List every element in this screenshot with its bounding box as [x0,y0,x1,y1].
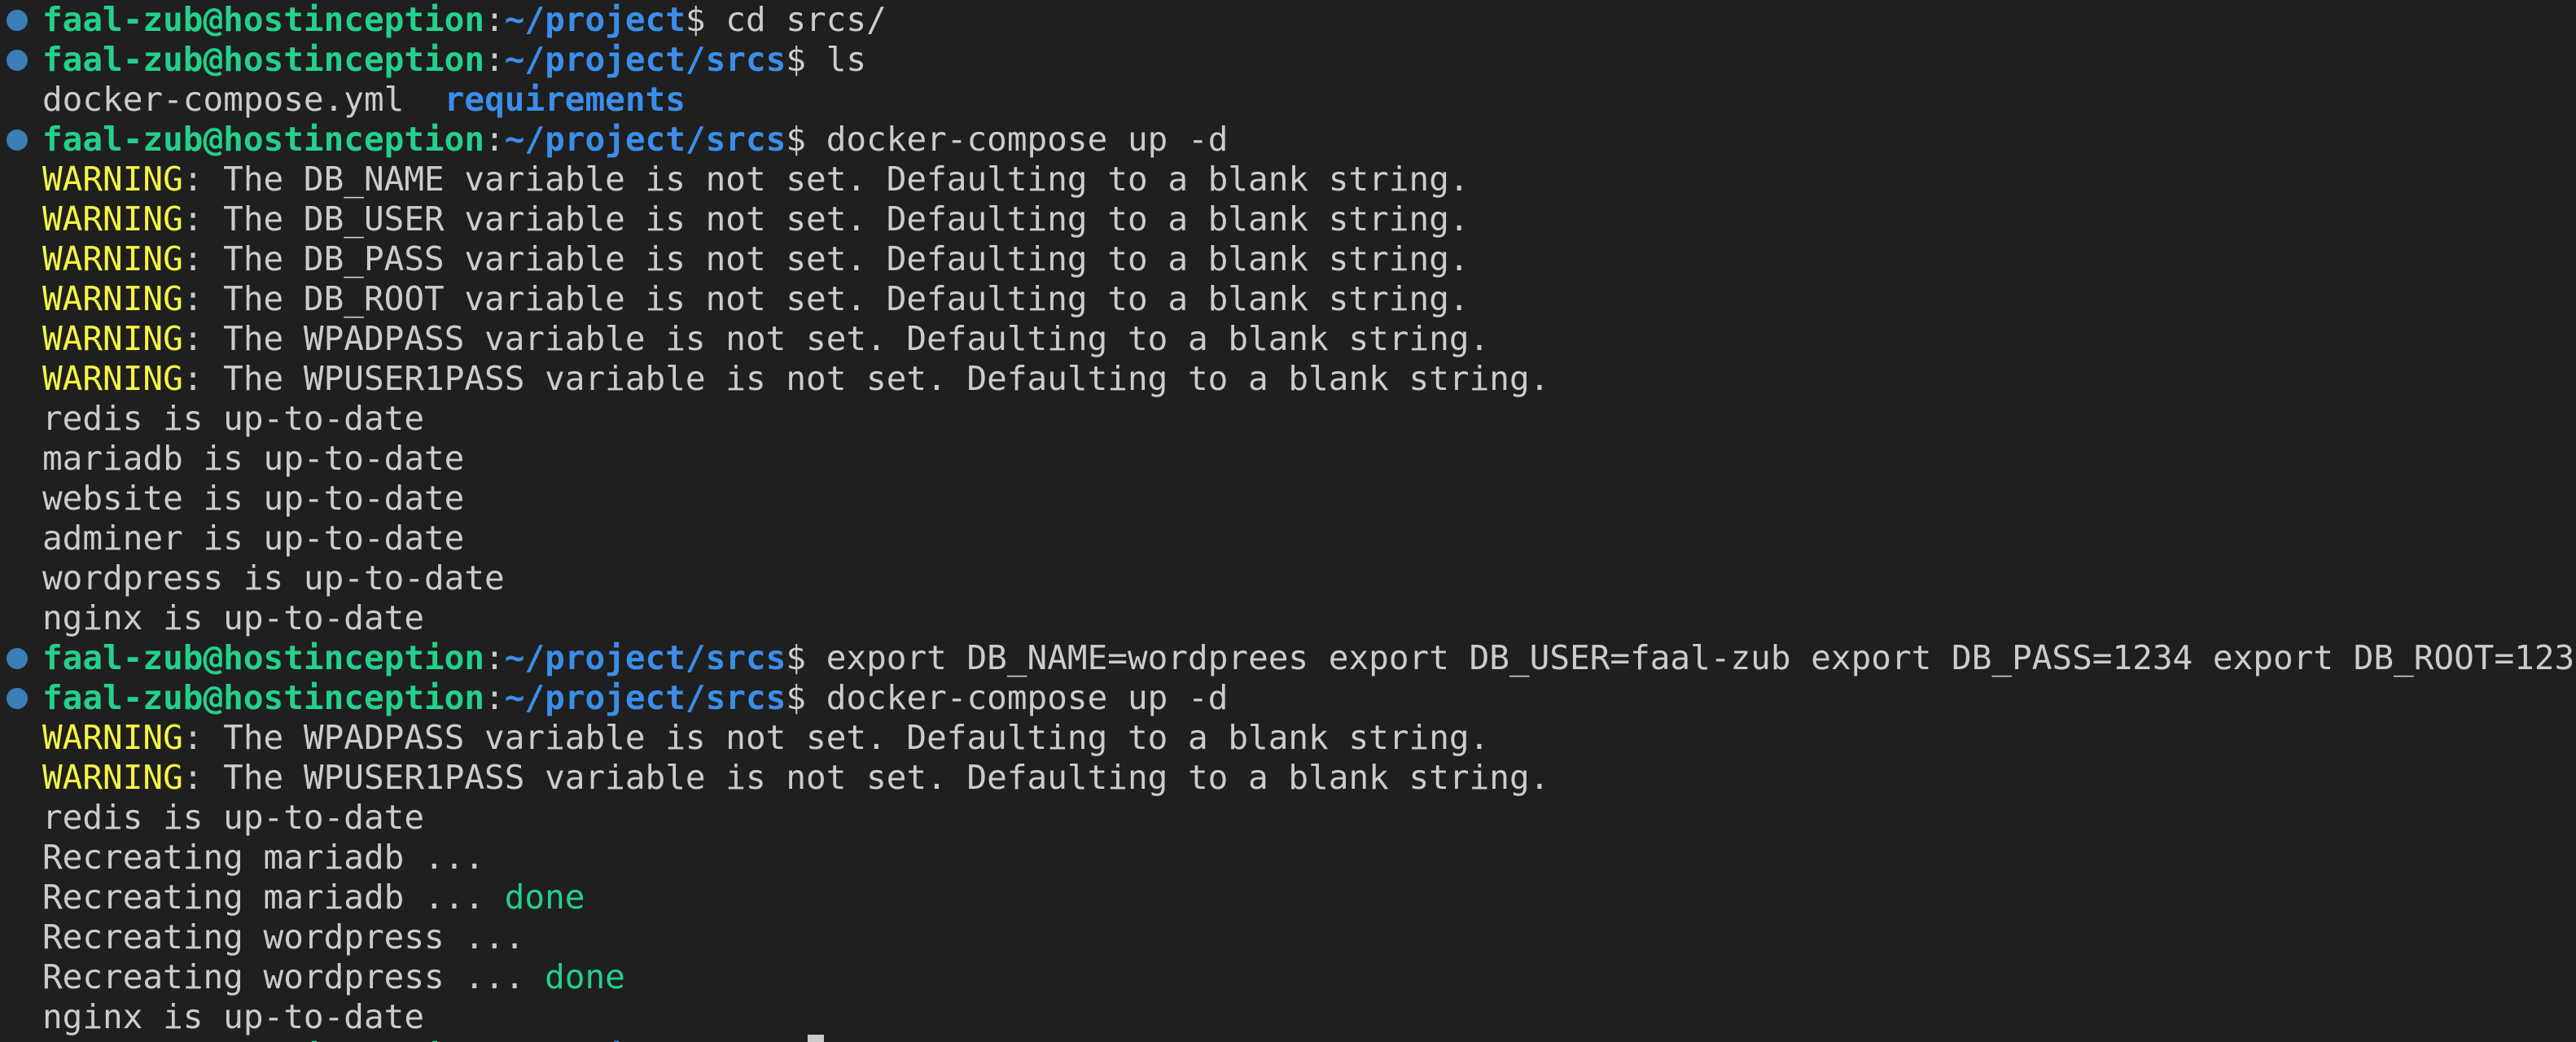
output-text: nginx is up-to-date [42,997,424,1036]
warning-message: : The DB_ROOT variable is not set. Defau… [182,279,1470,318]
prompt-path: ~/project/srcs [504,40,786,79]
status-done: done [545,957,625,996]
prompt-path: ~/project/srcs [505,1037,786,1042]
output-text: Recreating mariadb ... [42,838,485,877]
output-line: wordpress is up-to-date [42,558,505,598]
prompt-user-host: faal-zub@hostinception [42,120,485,159]
command-status-dot-icon[interactable] [7,648,28,669]
warning-label: WARNING [42,160,183,199]
ls-output-line: docker-compose.yml requirements [42,80,686,120]
prompt-colon: : [484,1037,505,1042]
warning-line: WARNING: The WPADPASS variable is not se… [42,319,1489,359]
command-text: ls [826,40,867,79]
output-line: redis is up-to-date [42,399,424,439]
prompt-colon: : [484,40,505,79]
warning-message: : The WPUSER1PASS variable is not set. D… [182,359,1550,398]
prompt-line: faal-zub@hostinception:~/project/srcs$ l… [42,40,866,80]
prompt-symbol: $ [786,40,807,79]
output-text: nginx is up-to-date [42,598,424,637]
prompt-user-host: faal-zub@hostinception [42,678,485,717]
warning-label: WARNING [42,199,183,239]
output-line: website is up-to-date [42,479,464,519]
prompt-user-host: faal-zub@hostinception [42,1037,484,1042]
warning-message: : The DB_PASS variable is not set. Defau… [182,239,1470,278]
output-text: Recreating wordpress ... [42,917,525,957]
warning-label: WARNING [42,718,183,757]
warning-message: : The WPADPASS variable is not set. Defa… [182,718,1490,757]
warning-message: : The WPUSER1PASS variable is not set. D… [182,758,1550,797]
warning-line: WARNING: The WPUSER1PASS variable is not… [42,758,1549,798]
warning-line: WARNING: The DB_ROOT variable is not set… [42,279,1470,319]
prompt-user-host: faal-zub@hostinception [42,0,485,39]
warning-line: WARNING: The DB_USER variable is not set… [42,199,1470,239]
command-text: cd srcs/ [725,0,887,39]
command-status-dot-icon[interactable] [7,10,28,31]
prompt-symbol: $ [786,1037,806,1042]
prompt-path: ~/project/srcs [504,120,786,159]
output-line: Recreating wordpress ... [42,917,524,957]
prompt-symbol: $ [786,678,807,717]
warning-label: WARNING [42,279,183,318]
output-line: Recreating mariadb ... [42,838,484,878]
output-line: nginx is up-to-date [42,598,424,638]
terminal-window[interactable]: faal-zub@hostinception:~/project$ cd src… [0,0,2576,1042]
output-line: redis is up-to-date [42,798,424,838]
warning-label: WARNING [42,758,183,797]
output-line: mariadb is up-to-date [42,439,464,479]
output-text: adminer is up-to-date [42,519,465,558]
command-status-dot-icon[interactable] [7,50,28,71]
text-cursor [808,1035,824,1042]
prompt-symbol: $ [786,638,807,677]
warning-line: WARNING: The DB_PASS variable is not set… [42,239,1470,279]
warning-message: : The DB_USER variable is not set. Defau… [182,199,1470,239]
output-text: redis is up-to-date [42,399,424,438]
prompt-line: faal-zub@hostinception:~/project/srcs$ d… [42,678,1228,718]
prompt-colon: : [484,0,505,39]
status-line: Recreating mariadb ... done [42,878,585,917]
warning-message: : The WPADPASS variable is not set. Defa… [182,319,1490,358]
status-message: Recreating mariadb ... [42,878,505,917]
prompt-colon: : [484,678,505,717]
warning-message: : The DB_NAME variable is not set. Defau… [182,160,1470,199]
output-text: redis is up-to-date [42,798,424,837]
prompt-symbol: $ [786,120,807,159]
status-done: done [504,878,585,917]
prompt-path: ~/project/srcs [504,678,786,717]
prompt-colon: : [484,120,505,159]
prompt-line: faal-zub@hostinception:~/project/srcs$ e… [42,638,2576,678]
output-line: nginx is up-to-date [42,997,424,1037]
command-text: docker-compose up -d [826,678,1229,717]
warning-line: WARNING: The DB_NAME variable is not set… [42,160,1470,199]
output-text: website is up-to-date [42,479,465,518]
output-line: adminer is up-to-date [42,519,464,558]
prompt-symbol: $ [685,0,706,39]
ls-file: docker-compose.yml [42,80,405,119]
ls-directory: requirements [444,80,686,119]
command-text: export DB_NAME=wordprees export DB_USER=… [826,638,2576,677]
prompt-colon: : [484,638,505,677]
status-message: Recreating wordpress ... [42,957,545,996]
warning-label: WARNING [42,239,183,278]
output-text: mariadb is up-to-date [42,439,465,478]
command-status-dot-icon[interactable] [7,129,28,151]
warning-label: WARNING [42,359,183,398]
command-status-dot-icon[interactable] [7,688,28,709]
prompt-user-host: faal-zub@hostinception [42,40,485,79]
prompt-path: ~/project [504,0,686,39]
prompt-path: ~/project/srcs [504,638,786,677]
current-prompt-line[interactable]: faal-zub@hostinception:~/project/srcs$ [42,1037,806,1042]
status-line: Recreating wordpress ... done [42,957,625,997]
warning-line: WARNING: The WPUSER1PASS variable is not… [42,359,1549,399]
prompt-user-host: faal-zub@hostinception [42,638,485,677]
prompt-line: faal-zub@hostinception:~/project/srcs$ d… [42,120,1228,160]
warning-line: WARNING: The WPADPASS variable is not se… [42,718,1489,758]
output-text: wordpress is up-to-date [42,558,505,598]
warning-label: WARNING [42,319,183,358]
command-text: docker-compose up -d [826,120,1229,159]
prompt-line: faal-zub@hostinception:~/project$ cd src… [42,0,887,40]
